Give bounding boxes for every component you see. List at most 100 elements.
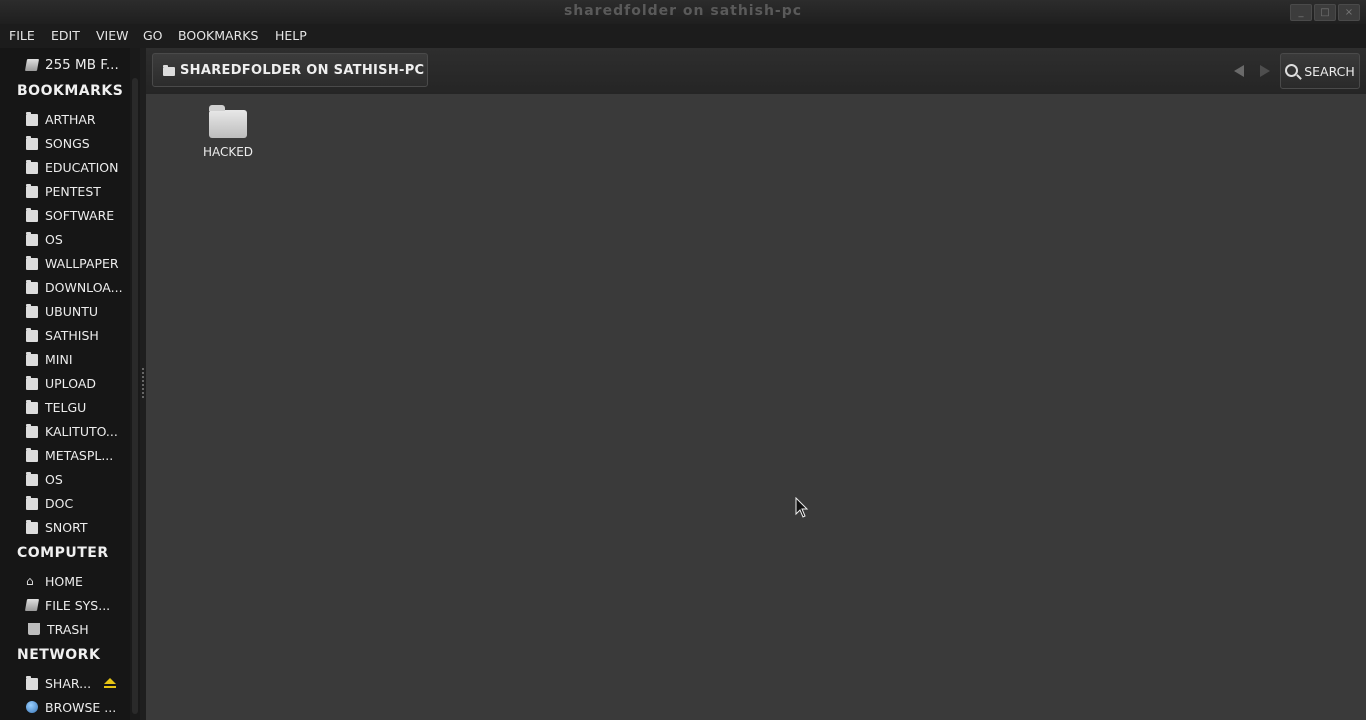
places-sidebar: 255 MB F... Bookmarks arthar songs educa… <box>0 48 130 720</box>
sidebar-item-label: software <box>45 207 115 223</box>
folder-icon <box>26 328 38 342</box>
sidebar-item-label: pentest <box>45 183 101 199</box>
sidebar-item-label: upload <box>45 375 97 391</box>
sidebar-item-label: shar... <box>45 675 92 691</box>
folder-icon <box>26 232 38 246</box>
maximize-button[interactable]: □ <box>1314 4 1336 21</box>
sidebar-item-bookmark[interactable]: os <box>26 469 63 489</box>
folder-icon <box>26 160 38 174</box>
globe-icon <box>26 701 38 713</box>
folder-icon <box>26 472 38 486</box>
sidebar-item-label: File Sys... <box>45 597 111 613</box>
folder-icon <box>26 208 38 222</box>
file-item[interactable]: hacked <box>196 105 260 159</box>
sidebar-item-trash[interactable]: Trash <box>26 619 89 639</box>
search-icon <box>1285 63 1299 77</box>
sidebar-item-bookmark[interactable]: sathish <box>26 325 99 345</box>
sidebar-item-label: os <box>45 231 63 247</box>
sidebar-item-bookmark[interactable]: songs <box>26 133 90 153</box>
folder-icon <box>26 520 38 534</box>
location-toolbar: sharedfolder on sathish-pc Search <box>146 48 1366 94</box>
folder-icon <box>26 376 38 390</box>
bookmarks-heading: Bookmarks <box>17 83 124 99</box>
drive-icon <box>24 599 40 611</box>
search-button[interactable]: Search <box>1280 53 1360 89</box>
eject-icon-bar <box>104 686 116 688</box>
sidebar-item-bookmark[interactable]: wallpaper <box>26 253 119 273</box>
folder-icon <box>26 424 38 438</box>
folder-icon <box>26 280 38 294</box>
back-arrow-icon[interactable] <box>1234 65 1244 77</box>
sidebar-item-bookmark[interactable]: pentest <box>26 181 101 201</box>
sidebar-item-bookmark[interactable]: metaspl... <box>26 445 113 465</box>
sidebar-item-browse-network[interactable]: Browse ... <box>26 697 116 717</box>
sidebar-item-bookmark[interactable]: software <box>26 205 114 225</box>
sidebar-item-label: telgu <box>45 399 87 415</box>
eject-icon[interactable] <box>104 678 116 684</box>
folder-icon <box>209 105 247 138</box>
folder-icon <box>26 112 38 126</box>
window-title: sharedfolder on sathish-pc <box>563 3 803 19</box>
sidebar-item-bookmark[interactable]: os <box>26 229 63 249</box>
sidebar-item-bookmark[interactable]: downloa... <box>26 277 123 297</box>
sidebar-item-label: Trash <box>47 621 89 637</box>
folder-icon <box>26 352 38 366</box>
sidebar-item-label: education <box>45 159 119 175</box>
sidebar-item-bookmark[interactable]: upload <box>26 373 96 393</box>
folder-icon <box>26 256 38 270</box>
menu-edit[interactable]: Edit <box>51 28 80 43</box>
folder-icon <box>163 64 175 76</box>
file-name: hacked <box>202 145 254 159</box>
window-controls: _ □ × <box>1290 4 1360 21</box>
sidebar-item-home[interactable]: ⌂ Home <box>26 571 83 591</box>
path-label: sharedfolder on sathish-pc <box>180 62 425 78</box>
sidebar-item-bookmark[interactable]: telgu <box>26 397 86 417</box>
folder-icon <box>26 448 38 462</box>
sidebar-item-label: wallpaper <box>45 255 119 271</box>
sidebar-item-bookmark[interactable]: arthar <box>26 109 96 129</box>
sidebar-item-bookmark[interactable]: education <box>26 157 119 177</box>
minimize-button[interactable]: _ <box>1290 4 1312 21</box>
path-breadcrumb-button[interactable]: sharedfolder on sathish-pc <box>152 53 428 87</box>
sidebar-item-label: Home <box>45 573 83 589</box>
sidebar-item-label: Browse ... <box>45 699 117 715</box>
home-icon: ⌂ <box>26 574 34 588</box>
folder-icon <box>26 676 38 690</box>
title-bar: sharedfolder on sathish-pc _ □ × <box>0 0 1366 24</box>
sidebar-item-device[interactable]: 255 MB F... <box>24 55 119 75</box>
sidebar-item-label: sathish <box>45 327 99 343</box>
menu-file[interactable]: File <box>9 28 35 43</box>
computer-heading: Computer <box>17 545 109 561</box>
sidebar-item-label: songs <box>45 135 90 151</box>
search-label: Search <box>1304 63 1355 79</box>
menu-bookmarks[interactable]: Bookmarks <box>178 28 258 43</box>
sidebar-item-bookmark[interactable]: mini <box>26 349 73 369</box>
menu-view[interactable]: View <box>96 28 129 43</box>
sidebar-scrollbar-thumb[interactable] <box>132 78 138 714</box>
sidebar-item-bookmark[interactable]: doc <box>26 493 73 513</box>
menu-help[interactable]: Help <box>275 28 307 43</box>
network-heading: Network <box>17 647 101 663</box>
sidebar-item-label: downloa... <box>45 279 123 295</box>
sidebar-item-label: doc <box>45 495 74 511</box>
sidebar-item-bookmark[interactable]: ubuntu <box>26 301 98 321</box>
splitter-grip-icon <box>142 368 144 398</box>
sidebar-item-label: 255 MB F... <box>45 57 119 73</box>
sidebar-item-network-share[interactable]: shar... <box>26 673 91 693</box>
menu-bar: File Edit View Go Bookmarks Help <box>0 24 1366 48</box>
file-view[interactable]: hacked <box>146 94 1366 720</box>
forward-arrow-icon[interactable] <box>1260 65 1270 77</box>
sidebar-item-filesystem[interactable]: File Sys... <box>24 595 111 615</box>
folder-icon <box>26 184 38 198</box>
sidebar-item-label: mini <box>45 351 73 367</box>
sidebar-item-label: kalituto... <box>45 423 118 439</box>
sidebar-item-bookmark[interactable]: kalituto... <box>26 421 118 441</box>
sidebar-scrollbar[interactable] <box>130 48 140 720</box>
folder-icon <box>26 136 38 150</box>
menu-go[interactable]: Go <box>143 28 163 43</box>
sidebar-item-label: arthar <box>45 111 96 127</box>
close-button[interactable]: × <box>1338 4 1360 21</box>
sidebar-item-bookmark[interactable]: snort <box>26 517 88 537</box>
sidebar-item-label: snort <box>45 519 88 535</box>
sidebar-item-label: os <box>45 471 63 487</box>
